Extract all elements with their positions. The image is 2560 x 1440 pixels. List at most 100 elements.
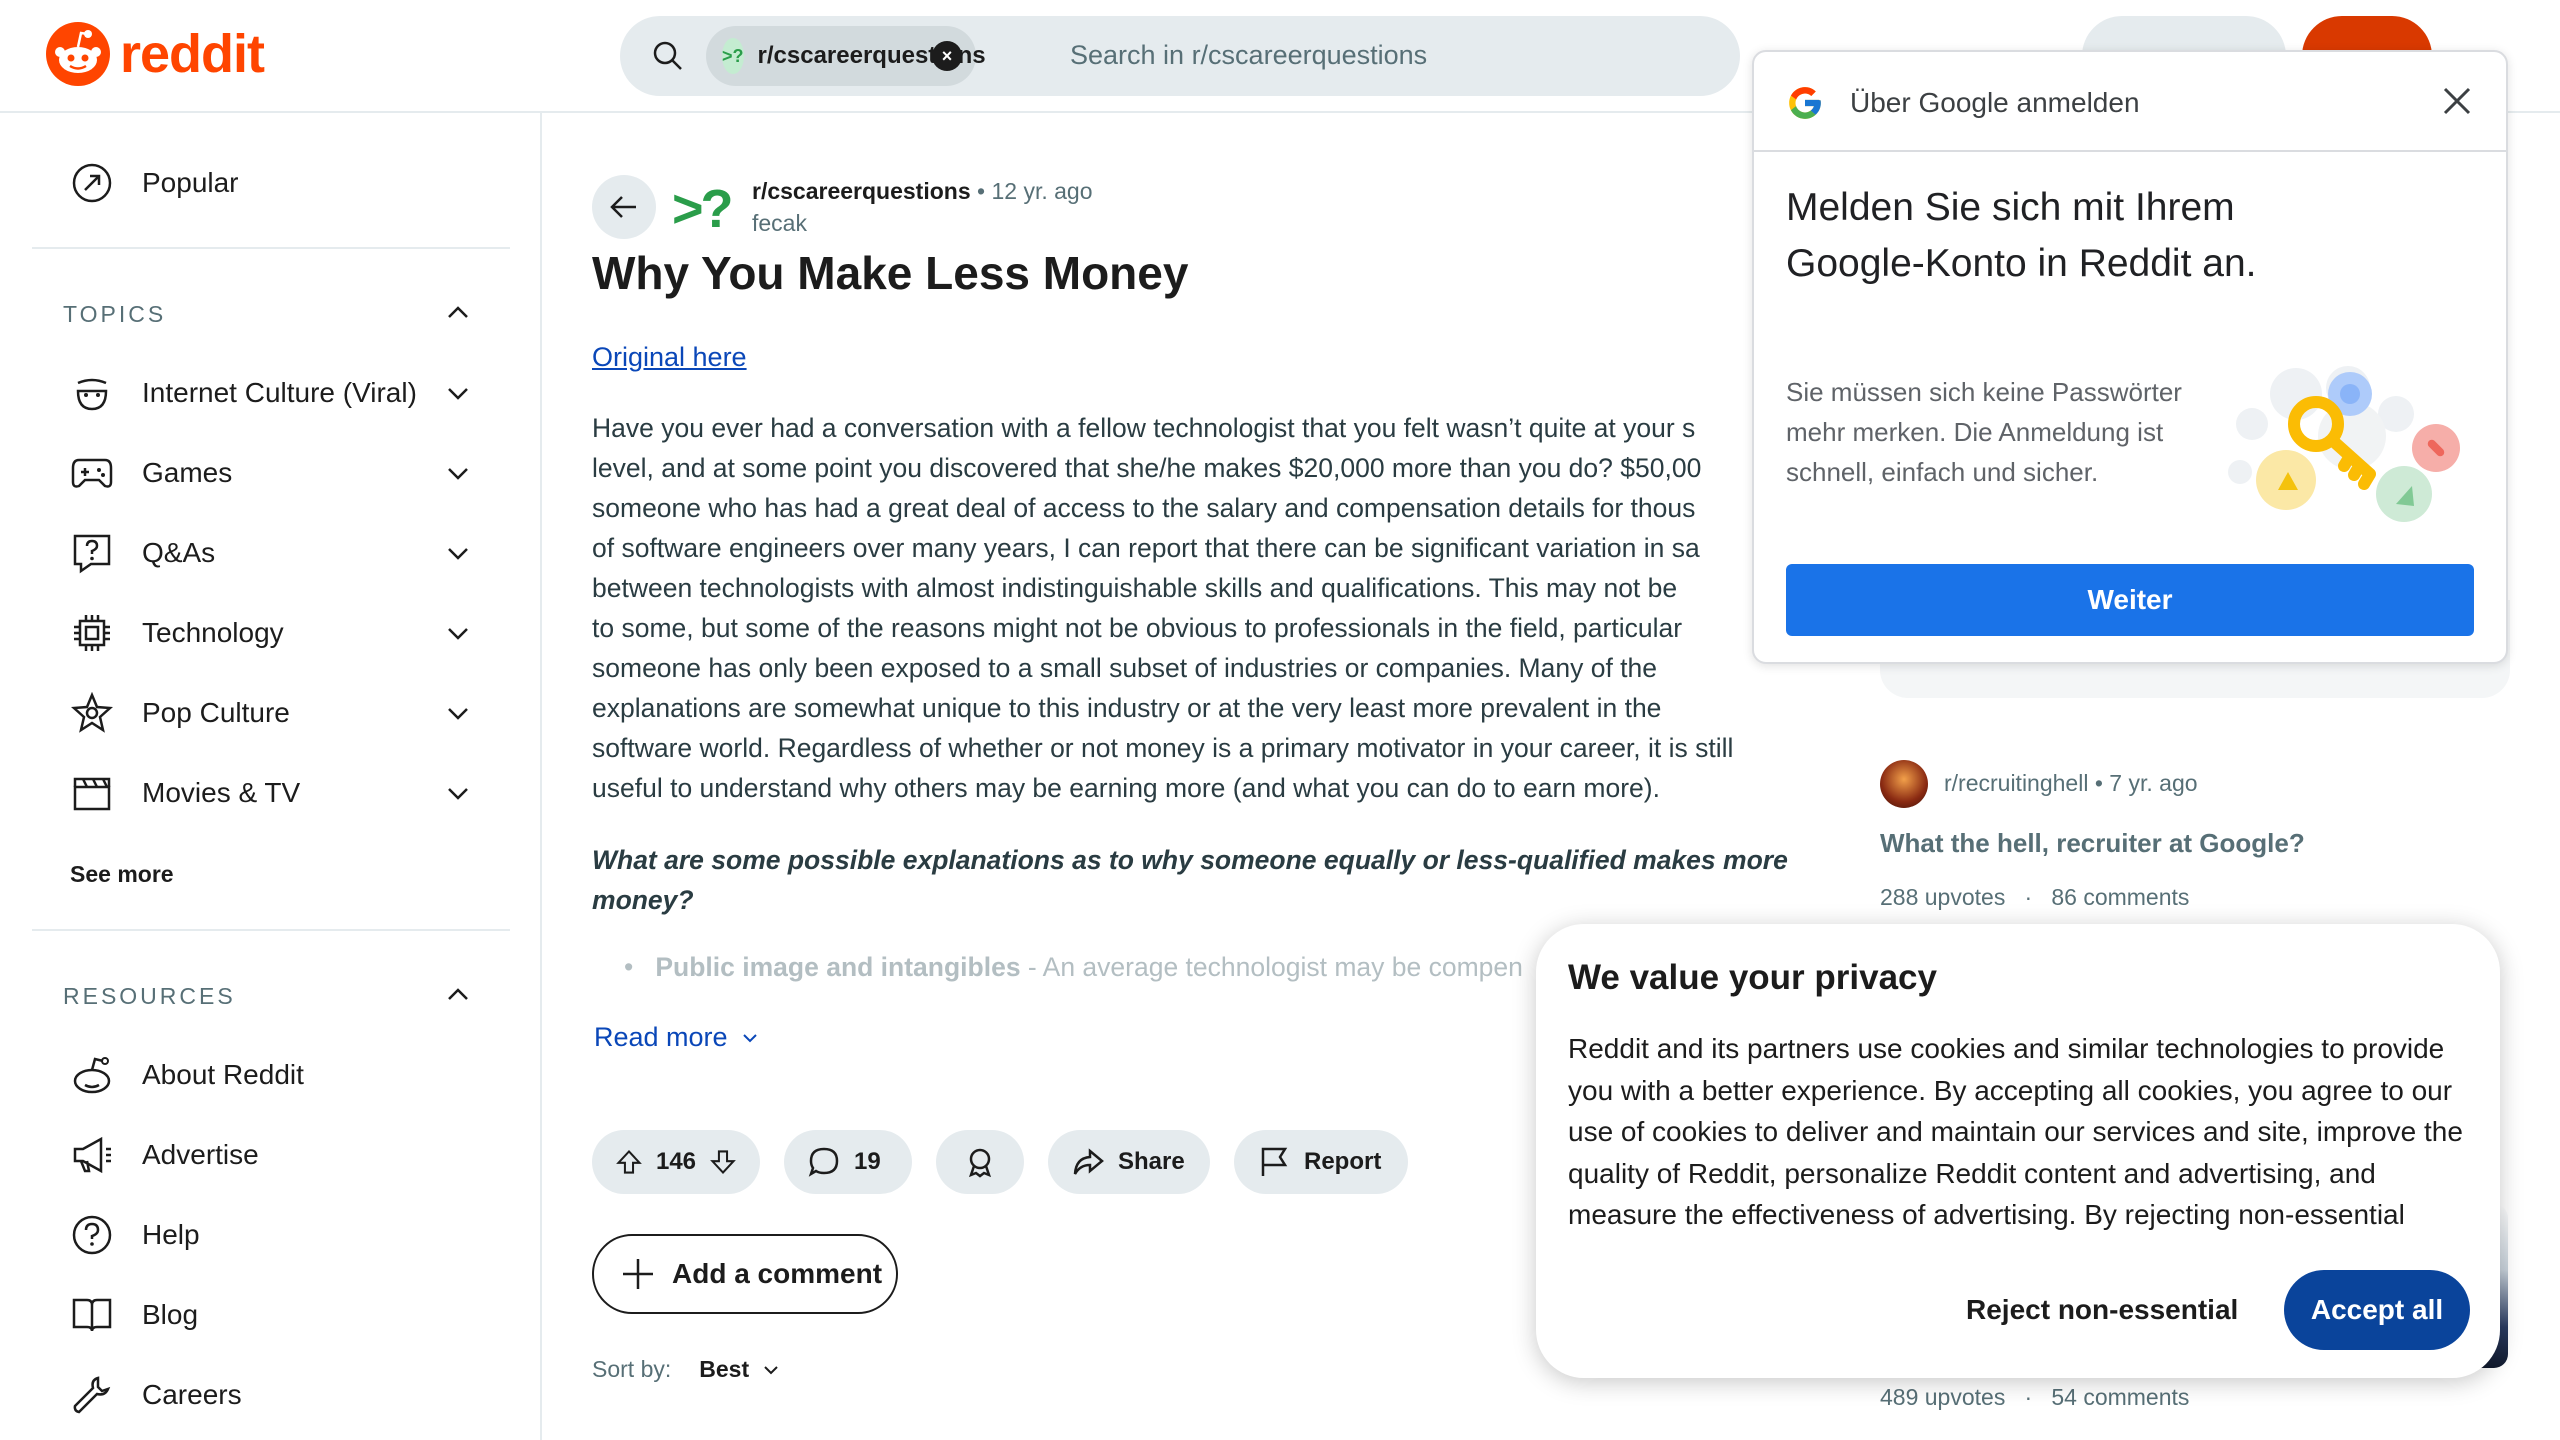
- post-meta: r/cscareerquestions • 12 yr. ago: [752, 178, 1093, 205]
- vote-group: 146: [592, 1130, 760, 1194]
- plus-icon: [623, 1259, 653, 1289]
- sidebar-item-label: Advertise: [142, 1139, 259, 1170]
- sidebar-item-internet-culture[interactable]: Internet Culture (Viral): [70, 371, 417, 415]
- body-line: level, and at some point you discovered …: [592, 453, 1702, 483]
- topics-heading[interactable]: TOPICS: [63, 301, 166, 328]
- report-label: Report: [1304, 1148, 1382, 1175]
- google-panel-header: Über Google anmelden: [1754, 52, 2506, 152]
- cookie-consent-dialog: We value your privacy Reddit and its par…: [1536, 924, 2500, 1378]
- chevron-down-icon[interactable]: [444, 539, 472, 567]
- post-age: 12 yr. ago: [991, 178, 1093, 204]
- post-title: Why You Make Less Money: [592, 247, 1189, 299]
- chip-close-icon[interactable]: ×: [932, 41, 962, 71]
- resources-heading[interactable]: RESOURCES: [63, 983, 236, 1010]
- chevron-down-icon[interactable]: [444, 699, 472, 727]
- sidebar-item-qas[interactable]: Q&As: [70, 531, 215, 575]
- divider: [32, 929, 510, 931]
- sidebar-item-help[interactable]: Help: [70, 1213, 200, 1257]
- search-bar[interactable]: >? r/cscareerquestions × Search in r/csc…: [620, 16, 1740, 96]
- accept-all-button[interactable]: Accept all: [2284, 1270, 2470, 1350]
- original-link[interactable]: Original here: [592, 342, 747, 373]
- bullet-text: - An average technologist may be compen: [1020, 952, 1523, 982]
- book-icon: [70, 1293, 114, 1337]
- help-icon: [70, 1213, 114, 1257]
- meta-dot: •: [977, 178, 992, 204]
- sidebar-item-movies-tv[interactable]: Movies & TV: [70, 771, 300, 815]
- divider: [32, 247, 510, 249]
- close-icon[interactable]: [2440, 84, 2474, 118]
- sidebar-item-label: Pop Culture: [142, 697, 290, 728]
- logo-text: reddit: [120, 24, 265, 84]
- sidebar-item-label: Internet Culture (Viral): [142, 377, 417, 408]
- rail-upvotes: 489 upvotes: [1880, 1384, 2006, 1410]
- rail-upvotes: 288 upvotes: [1880, 884, 2006, 910]
- sidebar-item-label: Blog: [142, 1299, 199, 1330]
- rail-post-title[interactable]: What the hell, recruiter at Google?: [1880, 828, 2305, 859]
- sort-dropdown[interactable]: Best: [699, 1356, 781, 1383]
- body-line: software world. Regardless of whether or…: [592, 733, 1734, 763]
- chevron-up-icon[interactable]: [444, 299, 472, 327]
- add-comment-label: Add a comment: [672, 1258, 883, 1289]
- share-label: Share: [1118, 1148, 1185, 1175]
- back-button[interactable]: [592, 175, 656, 239]
- body-line: useful to understand why others may be e…: [592, 773, 1660, 803]
- google-logo-icon: [1789, 87, 1821, 119]
- google-signin-panel: Über Google anmelden Melden Sie sich mit…: [1752, 50, 2508, 664]
- search-subreddit-chip[interactable]: >? r/cscareerquestions ×: [706, 26, 986, 86]
- sidebar-item-label: Popular: [142, 167, 239, 198]
- bullet-dot: •: [624, 952, 656, 982]
- sidebar-item-about-reddit[interactable]: About Reddit: [70, 1053, 304, 1097]
- sidebar-item-technology[interactable]: Technology: [70, 611, 284, 655]
- chevron-down-icon[interactable]: [444, 619, 472, 647]
- chevron-down-icon[interactable]: [444, 379, 472, 407]
- vote-count: 146: [655, 1148, 697, 1175]
- post-author[interactable]: fecak: [752, 210, 807, 237]
- search-input[interactable]: Search in r/cscareerquestions: [1070, 40, 1427, 71]
- chevron-down-icon[interactable]: [444, 459, 472, 487]
- sidebar-item-games[interactable]: Games: [70, 451, 232, 495]
- add-comment-button[interactable]: Add a comment: [592, 1234, 898, 1314]
- downvote-icon[interactable]: [710, 1146, 736, 1178]
- star-badge-icon: [70, 691, 114, 735]
- upvote-icon[interactable]: [616, 1146, 642, 1178]
- sidebar-item-popular[interactable]: Popular: [70, 161, 239, 205]
- read-more-label: Read more: [594, 1022, 728, 1052]
- subreddit-icon[interactable]: >?: [672, 178, 734, 240]
- google-continue-button[interactable]: Weiter: [1786, 564, 2474, 636]
- chevron-down-icon[interactable]: [444, 779, 472, 807]
- question-bubble-icon: [70, 531, 114, 575]
- sidebar-item-label: Technology: [142, 617, 284, 648]
- read-more-button[interactable]: Read more: [594, 1022, 760, 1053]
- reddit-alien-icon: [70, 1053, 114, 1097]
- post-subreddit-link[interactable]: r/cscareerquestions: [752, 178, 971, 204]
- gamepad-icon: [70, 451, 114, 495]
- sidebar-item-advertise[interactable]: Advertise: [70, 1133, 259, 1177]
- google-panel-description: Sie müssen sich keine Passwörter mehr me…: [1786, 377, 2182, 487]
- sidebar-item-blog[interactable]: Blog: [70, 1293, 198, 1337]
- sidebar-item-label: Careers: [142, 1379, 242, 1410]
- see-more-button[interactable]: See more: [70, 861, 174, 888]
- sidebar-item-careers[interactable]: Careers: [70, 1373, 242, 1417]
- reddit-logo[interactable]: reddit: [46, 22, 265, 86]
- arrow-left-icon: [610, 196, 636, 218]
- comments-button[interactable]: 19: [784, 1130, 912, 1194]
- comment-count: 19: [854, 1148, 881, 1175]
- share-button[interactable]: Share: [1048, 1130, 1210, 1194]
- sort-control: Sort by: Best: [592, 1356, 781, 1383]
- award-button[interactable]: [936, 1130, 1024, 1194]
- meta-dot: ·: [2011, 884, 2045, 910]
- clapperboard-icon: [70, 771, 114, 815]
- sort-value: Best: [699, 1356, 750, 1382]
- sidebar-item-pop-culture[interactable]: Pop Culture: [70, 691, 290, 735]
- sidebar-item-label: Help: [142, 1219, 200, 1250]
- body-line: to some, but some of the reasons might n…: [592, 613, 1683, 643]
- flag-icon: [1261, 1147, 1288, 1176]
- rail-post-stats: 489 upvotes · 54 comments: [1880, 1384, 2189, 1411]
- rail-comments: 86 comments: [2051, 884, 2190, 910]
- megaphone-icon: [70, 1133, 114, 1177]
- report-button[interactable]: Report: [1234, 1130, 1408, 1194]
- chevron-up-icon[interactable]: [444, 981, 472, 1009]
- cookie-title: We value your privacy: [1568, 958, 1937, 997]
- rail-subreddit[interactable]: r/recruitinghell: [1944, 770, 2088, 796]
- reject-non-essential-button[interactable]: Reject non-essential: [1942, 1270, 2262, 1350]
